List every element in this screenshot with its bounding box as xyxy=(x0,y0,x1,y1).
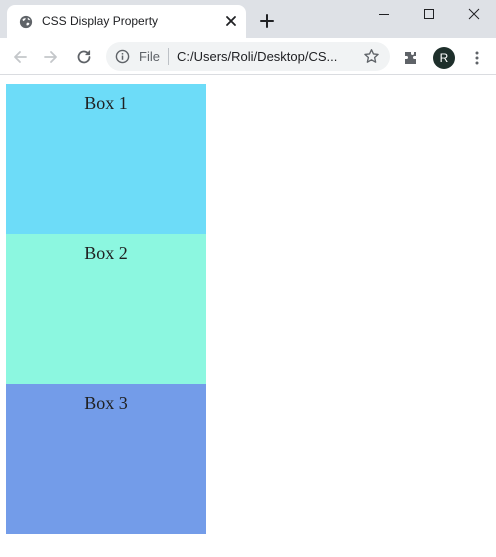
url-text[interactable]: C:/Users/Roli/Desktop/CS... xyxy=(177,49,352,64)
close-window-icon xyxy=(468,8,479,20)
info-icon[interactable] xyxy=(115,49,130,64)
reload-icon[interactable] xyxy=(75,48,93,66)
new-tab-icon[interactable] xyxy=(259,13,275,29)
box-1-label: Box 1 xyxy=(84,93,128,113)
globe-icon xyxy=(19,15,33,29)
minimize-button[interactable] xyxy=(361,0,406,28)
close-tab-icon[interactable] xyxy=(224,14,238,28)
page-viewport: Box 1 Box 2 Box 3 xyxy=(0,76,496,557)
browser-tab[interactable]: CSS Display Property xyxy=(7,5,246,38)
extensions-puzzle-icon[interactable] xyxy=(403,50,419,66)
box-2: Box 2 xyxy=(6,234,206,384)
maximize-button[interactable] xyxy=(406,0,451,28)
minimize-icon xyxy=(378,14,389,15)
omnibox-divider xyxy=(168,48,169,65)
box-3: Box 3 xyxy=(6,384,206,534)
box-2-label: Box 2 xyxy=(84,243,128,263)
bookmark-star-icon[interactable] xyxy=(363,48,380,65)
scheme-label: File xyxy=(139,49,160,64)
box-3-label: Box 3 xyxy=(84,393,128,413)
forward-arrow-icon[interactable] xyxy=(42,48,60,66)
address-bar[interactable]: File C:/Users/Roli/Desktop/CS... xyxy=(106,42,390,71)
close-window-button[interactable] xyxy=(451,0,496,28)
profile-initial: R xyxy=(439,51,449,65)
box-1: Box 1 xyxy=(6,84,206,234)
browser-title-bar: CSS Display Property xyxy=(0,0,496,38)
maximize-icon xyxy=(423,9,434,19)
profile-avatar[interactable]: R xyxy=(433,47,455,69)
browser-toolbar: File C:/Users/Roli/Desktop/CS... R xyxy=(0,38,496,75)
kebab-menu-icon[interactable] xyxy=(469,50,485,66)
back-arrow-icon[interactable] xyxy=(11,48,29,66)
tab-title: CSS Display Property xyxy=(42,14,159,28)
